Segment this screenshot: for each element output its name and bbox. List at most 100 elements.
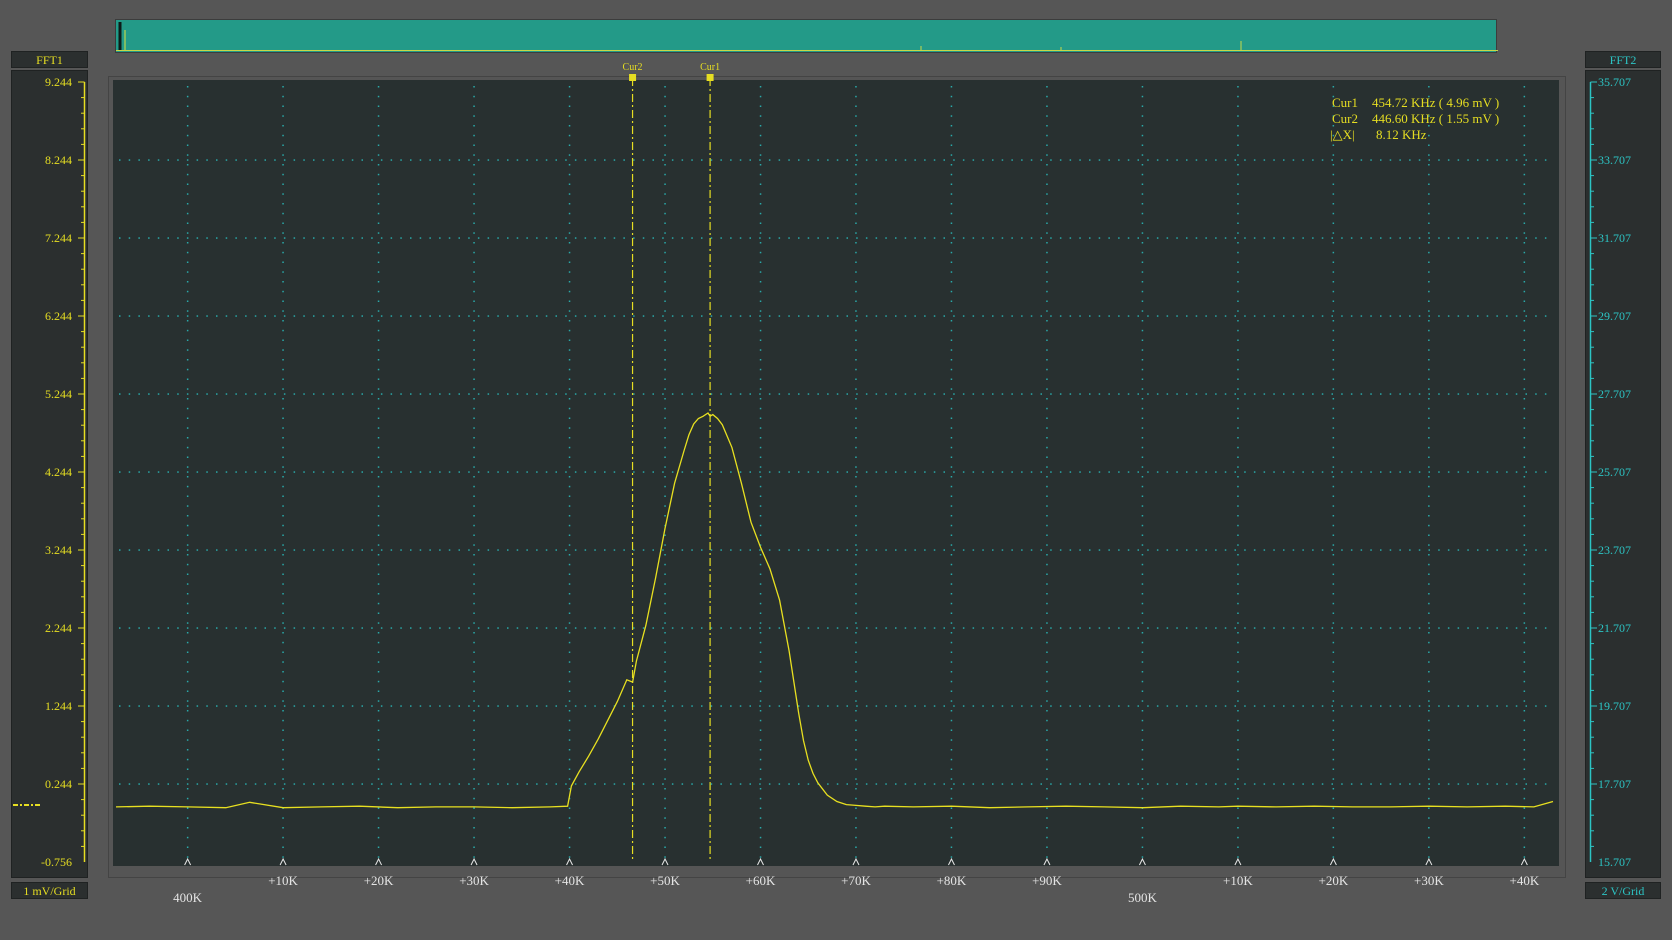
grid-dot xyxy=(473,359,475,361)
grid-dot xyxy=(1046,427,1048,429)
grid-dot xyxy=(458,471,460,473)
cursor-handle-cur1[interactable] xyxy=(706,74,714,81)
grid-dot xyxy=(613,471,616,473)
grid-dot xyxy=(351,783,354,785)
grid-dot xyxy=(817,159,819,161)
grid-dot xyxy=(206,159,208,161)
grid-dot xyxy=(943,705,945,707)
grid-dot xyxy=(1141,173,1144,176)
grid-dot xyxy=(1046,154,1048,156)
grid-dot xyxy=(1224,549,1227,551)
grid-dot xyxy=(264,315,266,317)
grid-dot xyxy=(1523,261,1526,263)
grid-dot xyxy=(282,612,284,614)
grid-dot xyxy=(1332,154,1335,156)
grid-dot xyxy=(282,271,284,273)
grid-dot xyxy=(473,125,475,127)
grid-dot xyxy=(283,393,286,395)
grid-dot xyxy=(1283,315,1285,317)
grid-dot xyxy=(1332,729,1335,731)
grid-dot xyxy=(664,281,666,283)
grid-dot xyxy=(377,593,380,595)
grid-dot xyxy=(1141,768,1144,770)
grid-dot xyxy=(664,573,666,575)
grid-dot xyxy=(516,471,519,473)
grid-dot xyxy=(664,349,666,351)
grid-dot xyxy=(623,315,625,317)
grid-dot xyxy=(186,437,189,439)
grid-dot xyxy=(836,549,839,551)
grid-dot xyxy=(322,237,325,239)
grid-dot xyxy=(720,627,722,629)
grid-dot xyxy=(1237,125,1239,127)
grid-dot xyxy=(377,485,380,488)
grid-dot xyxy=(351,315,354,317)
grid-dot xyxy=(1428,700,1430,702)
grid-dot xyxy=(1021,549,1023,551)
grid-dot xyxy=(1215,315,1217,317)
grid-dot xyxy=(759,700,762,702)
grid-dot xyxy=(759,315,761,317)
grid-dot xyxy=(1141,427,1144,429)
grid-dot xyxy=(196,315,199,317)
grid-dot xyxy=(1046,661,1048,663)
grid-dot xyxy=(439,783,441,785)
grid-dot xyxy=(536,627,538,629)
grid-dot xyxy=(377,788,380,790)
grid-dot xyxy=(664,173,666,176)
grid-dot xyxy=(1141,183,1144,185)
grid-dot xyxy=(186,427,189,429)
grid-dot xyxy=(972,315,975,317)
grid-dot xyxy=(664,378,666,380)
grid-dot xyxy=(545,783,548,785)
grid-dot xyxy=(1186,627,1188,629)
grid-dot xyxy=(798,471,800,473)
grid-dot xyxy=(322,471,325,473)
grid-dot xyxy=(950,758,953,761)
grid-dot xyxy=(473,271,475,273)
grid-dot xyxy=(1332,817,1335,819)
grid-dot xyxy=(545,627,548,629)
grid-dot xyxy=(950,612,953,614)
grid-dot xyxy=(1237,164,1239,166)
grid-dot xyxy=(458,783,460,785)
grid-dot xyxy=(664,329,666,332)
grid-dot xyxy=(1237,719,1239,722)
grid-dot xyxy=(950,632,953,634)
grid-dot xyxy=(1059,315,1062,317)
grid-dot xyxy=(477,237,480,239)
grid-dot xyxy=(1535,393,1537,395)
grid-dot xyxy=(1370,783,1372,785)
grid-dot xyxy=(216,549,218,551)
grid-dot xyxy=(759,710,762,712)
plot-area[interactable] xyxy=(113,80,1559,866)
grid-dot xyxy=(1040,783,1042,785)
grid-dot xyxy=(1046,417,1048,419)
grid-dot xyxy=(1428,315,1430,317)
grid-dot xyxy=(972,159,975,161)
grid-dot xyxy=(855,456,857,458)
grid-dot xyxy=(681,393,684,395)
grid-dot xyxy=(377,398,380,400)
grid-dot xyxy=(186,359,189,361)
grid-dot xyxy=(186,661,189,663)
grid-dot xyxy=(148,549,150,551)
grid-dot xyxy=(1141,251,1144,254)
grid-dot xyxy=(855,476,857,478)
cursor-handle-cur2[interactable] xyxy=(629,74,637,81)
grid-dot xyxy=(1176,393,1178,395)
grid-dot xyxy=(1467,159,1469,161)
spectrum-chart[interactable]: 9.2448.2447.2446.2445.2444.2443.2442.244… xyxy=(0,0,1672,940)
grid-dot xyxy=(681,159,684,161)
grid-dot xyxy=(377,388,380,390)
grid-dot xyxy=(950,622,953,624)
grid-dot xyxy=(282,456,284,458)
grid-dot xyxy=(1050,549,1052,551)
grid-dot xyxy=(855,768,857,770)
grid-dot xyxy=(361,393,363,395)
grid-dot xyxy=(749,315,751,317)
grid-dot xyxy=(730,783,732,785)
grid-dot xyxy=(950,95,953,98)
grid-dot xyxy=(1118,471,1120,473)
grid-dot xyxy=(701,159,703,161)
